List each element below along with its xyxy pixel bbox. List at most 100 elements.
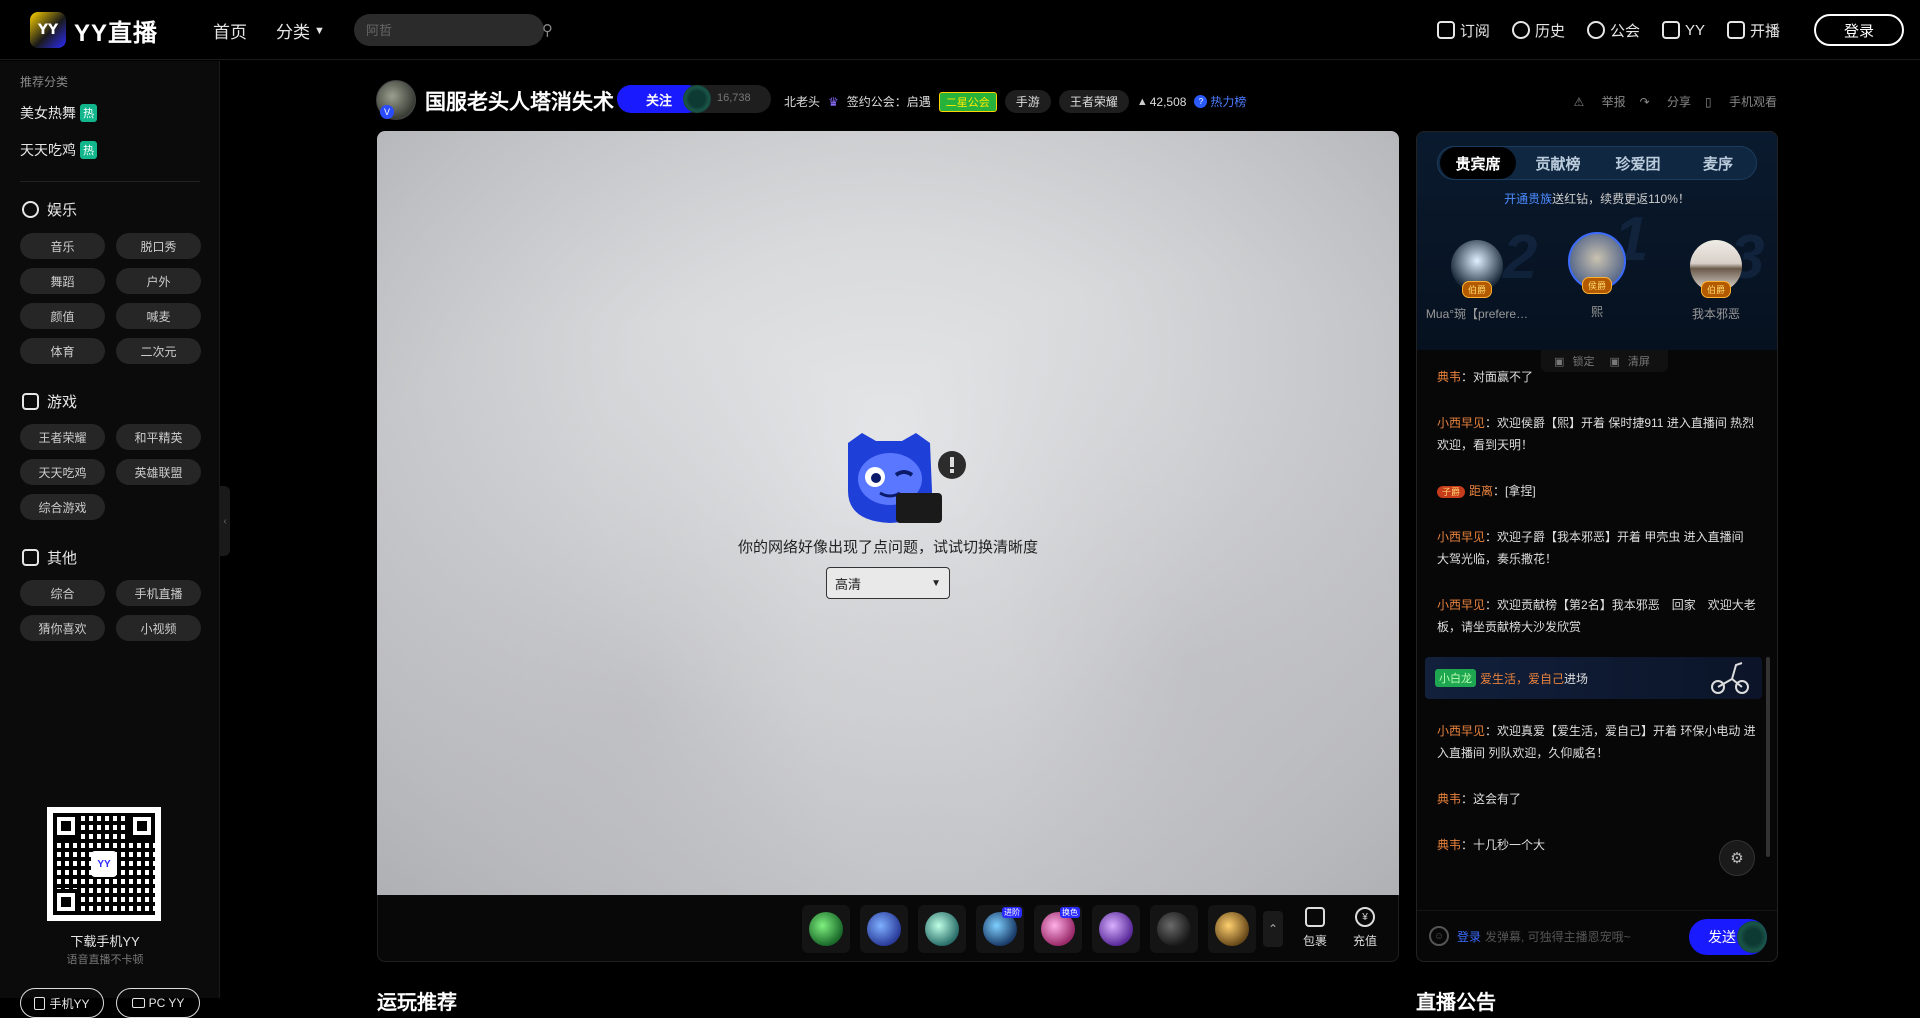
- tag-mobile-game[interactable]: 手游: [1004, 90, 1051, 113]
- enter-user[interactable]: 爱生活，爱自己: [1480, 670, 1564, 687]
- monitor-icon: [131, 998, 145, 1008]
- recharge-label: 充值: [1352, 934, 1377, 948]
- hot-rank-label: 热力榜: [1210, 95, 1247, 109]
- yy-button[interactable]: YY: [1661, 21, 1705, 39]
- gift-item[interactable]: [1208, 905, 1256, 953]
- sidebar-item-dance[interactable]: 美女热舞 热: [20, 103, 97, 123]
- category-pill[interactable]: 舞蹈: [20, 268, 105, 294]
- package-label: 包裹: [1302, 934, 1327, 948]
- camera-icon: [1726, 21, 1745, 39]
- chat-text: ：欢迎贡献榜【第2名】我本邪恶 回家 欢迎大老板，请坐贡献榜大沙发欣赏: [1437, 598, 1756, 634]
- follow-count: 16,738: [717, 92, 751, 104]
- nav-category[interactable]: 分类 ▼: [276, 18, 325, 43]
- mobile-yy-button[interactable]: 手机YY: [20, 988, 104, 1018]
- gift-item[interactable]: [860, 905, 908, 953]
- category-pill[interactable]: 脱口秀: [116, 233, 201, 259]
- category-pill[interactable]: 英雄联盟: [116, 459, 201, 485]
- phone-icon: [34, 996, 46, 1010]
- hot-rank-link[interactable]: ? 热力榜: [1194, 93, 1246, 110]
- category-pill[interactable]: 和平精英: [116, 424, 201, 450]
- chat-user[interactable]: 典韦: [1437, 838, 1461, 852]
- streamer-avatar[interactable]: V: [376, 80, 416, 120]
- chat-settings-icon[interactable]: ⚙: [1719, 840, 1755, 876]
- category-pill[interactable]: 综合: [20, 580, 105, 606]
- category-pill[interactable]: 综合游戏: [20, 494, 105, 520]
- package-button[interactable]: 包裹: [1295, 907, 1335, 949]
- history-button[interactable]: 历史: [1511, 20, 1565, 41]
- chat-user[interactable]: 小西早见: [1437, 416, 1485, 430]
- chat-user[interactable]: 距离: [1469, 484, 1493, 498]
- chat-input[interactable]: 发弹幕, 可独得主播恩宠哦~: [1485, 928, 1631, 945]
- video-player[interactable]: 你的网络好像出现了点问题，试试切换清晰度 高清 ▼: [377, 131, 1399, 895]
- contract-guild[interactable]: 签约公会：启遇: [847, 93, 931, 110]
- gift-item[interactable]: [1150, 905, 1198, 953]
- report-button[interactable]: ⚠ 举报: [1574, 93, 1626, 110]
- chat-user[interactable]: 小西早见: [1437, 530, 1485, 544]
- room-title: 国服老头人塔消失术: [425, 91, 614, 114]
- search-icon[interactable]: ⚲: [542, 21, 553, 39]
- login-button[interactable]: 登录: [1814, 14, 1904, 46]
- section-title: 其他: [47, 550, 78, 567]
- gift-item[interactable]: [1092, 905, 1140, 953]
- chat-scrollbar[interactable]: [1766, 657, 1770, 857]
- chat-message: 小西早见：欢迎侯爵【熙】开着 保时捷911 进入直播间 热烈欢迎，看到天明！: [1437, 412, 1759, 456]
- chat-user[interactable]: 典韦: [1437, 792, 1461, 806]
- go-live-button[interactable]: 开播: [1726, 20, 1780, 41]
- chat-message: 典韦：对面赢不了: [1437, 366, 1759, 388]
- recharge-button[interactable]: ¥ 充值: [1345, 907, 1385, 949]
- qr-finder: [129, 813, 155, 839]
- chat-text: ：[拿捏]: [1493, 484, 1536, 498]
- category-pill[interactable]: 体育: [20, 338, 105, 364]
- mobile-watch-button[interactable]: ▯ 手机观看: [1705, 93, 1777, 110]
- chat-input-row: ☺ 登录 发弹幕, 可独得主播恩宠哦~ 发送: [1417, 910, 1777, 961]
- subscribe-button[interactable]: 订阅: [1436, 20, 1490, 41]
- quality-select[interactable]: 高清 ▼: [826, 567, 950, 599]
- qr-code: YY: [47, 807, 161, 921]
- logo[interactable]: YY YY直播: [30, 12, 158, 48]
- gift-item[interactable]: 换色: [1034, 905, 1082, 953]
- nav-home[interactable]: 首页: [213, 18, 247, 43]
- category-pill[interactable]: 音乐: [20, 233, 105, 259]
- yy-label: YY: [1684, 21, 1705, 39]
- tag-game[interactable]: 王者荣耀: [1058, 90, 1129, 113]
- sidebar-item-pubg[interactable]: 天天吃鸡 热: [20, 140, 97, 160]
- go-live-label: 开播: [1749, 22, 1780, 40]
- chat-user[interactable]: 小西早见: [1437, 598, 1485, 612]
- gift-item[interactable]: [918, 905, 966, 953]
- yy-icon: [1661, 21, 1680, 39]
- category-pill[interactable]: 王者荣耀: [20, 424, 105, 450]
- emoji-icon[interactable]: ☺: [1429, 926, 1449, 946]
- share-button[interactable]: ↷ 分享: [1640, 93, 1691, 110]
- enter-text: 进场: [1564, 671, 1589, 686]
- send-button[interactable]: 发送: [1689, 919, 1767, 955]
- qr-logo: YY: [91, 851, 117, 877]
- chat-message: 小西早见：欢迎真爱【爱生活，爱自己】开着 环保小电动 进入直播间 列队欢迎，久仰…: [1437, 720, 1759, 764]
- category-pill[interactable]: 颜值: [20, 303, 105, 329]
- input-login-link[interactable]: 登录: [1457, 928, 1481, 945]
- mobile-yy-label: 手机YY: [49, 996, 90, 1011]
- gift-item[interactable]: 进阶: [976, 905, 1024, 953]
- category-pill[interactable]: 手机直播: [116, 580, 201, 606]
- gift-more-button[interactable]: ⌃: [1263, 911, 1283, 947]
- chat-user[interactable]: 典韦: [1437, 370, 1461, 384]
- rank-icon: ?: [1194, 95, 1208, 108]
- category-pill[interactable]: 天天吃鸡: [20, 459, 105, 485]
- streamer-name[interactable]: 北老头: [784, 93, 820, 110]
- chat-text: ：欢迎真爱【爱生活，爱自己】开着 环保小电动 进入直播间 列队欢迎，久仰威名！: [1437, 724, 1756, 760]
- download-title: 下载手机YY: [70, 934, 140, 949]
- category-pill[interactable]: 二次元: [116, 338, 201, 364]
- gift-icon: [809, 912, 843, 946]
- section-other: 其他: [22, 547, 77, 568]
- search-input[interactable]: [366, 22, 542, 38]
- pc-yy-button[interactable]: PC YY: [116, 988, 200, 1018]
- category-pill[interactable]: 户外: [116, 268, 201, 294]
- download-subtitle: 语音直播不卡顿: [66, 954, 144, 966]
- category-pill[interactable]: 小视频: [116, 615, 201, 641]
- category-pill[interactable]: 喊麦: [116, 303, 201, 329]
- chat-user[interactable]: 小西早见: [1437, 724, 1485, 738]
- sidebar-collapse-handle[interactable]: ‹: [220, 486, 230, 556]
- gift-item[interactable]: [802, 905, 850, 953]
- enter-notice: 小白龙 爱生活，爱自己 进场: [1425, 657, 1762, 699]
- guild-button[interactable]: 公会: [1586, 20, 1640, 41]
- category-pill[interactable]: 猜你喜欢: [20, 615, 105, 641]
